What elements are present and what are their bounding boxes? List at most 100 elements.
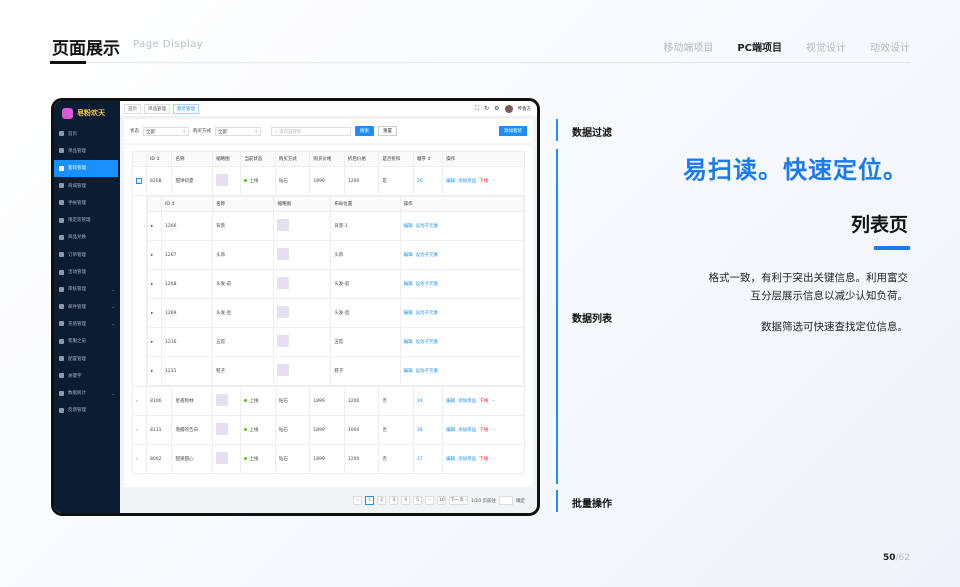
expand-toggle[interactable]: ▸	[147, 298, 162, 328]
status-select[interactable]: 全部 ⌄	[143, 126, 189, 136]
sidebar-item[interactable]: 首页	[54, 125, 120, 142]
sidebar-item[interactable]: 客服之前	[54, 333, 120, 350]
edit-link[interactable]: 编辑	[404, 282, 413, 287]
avatar[interactable]	[504, 104, 513, 113]
action-link[interactable]: ···	[491, 457, 495, 462]
expand-toggle[interactable]: ▸	[147, 269, 162, 299]
action-link[interactable]: 下线	[479, 457, 488, 462]
action-link[interactable]: 编辑	[446, 428, 455, 433]
sidebar-item[interactable]: 关键字	[54, 367, 120, 384]
expand-toggle[interactable]: ⌄	[132, 166, 147, 196]
action-link[interactable]: 编辑	[446, 457, 455, 462]
page-button[interactable]: 下一页 ›	[449, 496, 468, 505]
sidebar-item-label: 充值管理	[68, 321, 86, 327]
expand-toggle[interactable]: ›	[132, 444, 147, 474]
reset-button[interactable]: 重置	[378, 126, 397, 136]
crumb-home[interactable]: 首页	[124, 103, 141, 114]
action-link[interactable]: 添加单品	[458, 428, 476, 433]
sub-table-row[interactable]: ▸ 1267 头饰 头饰 编辑 设为子元素	[147, 240, 525, 270]
expand-toggle[interactable]: ▸	[147, 240, 162, 270]
column-header: 缩略图	[212, 151, 242, 167]
page-button[interactable]: ···	[425, 496, 435, 505]
tab-motion[interactable]: 动效设计	[870, 39, 910, 54]
sidebar-item[interactable]: 数据统计 ⌄	[54, 384, 120, 401]
sub-table-row[interactable]: ▸ 1269 头发-后 头发-后 编辑 设为子元素	[147, 298, 525, 328]
sidebar-item[interactable]: 活动管理	[54, 263, 120, 280]
action-link[interactable]: 添加单品	[458, 457, 476, 462]
page-button[interactable]: ‹	[353, 496, 363, 505]
column-header: 布局位置	[330, 196, 401, 212]
expand-toggle[interactable]: ▸	[147, 327, 162, 357]
table-row[interactable]: › 8111 落樱的告白 上线 钻石 1899 1000 否 18 编辑 添加单品 下线 ···	[132, 415, 525, 445]
refresh-icon[interactable]: ↻	[484, 105, 489, 112]
set-child-link[interactable]: 设为子元素	[416, 224, 439, 229]
sidebar-item[interactable]: 单品管理	[54, 142, 120, 159]
sidebar-item[interactable]: 配置管理	[54, 350, 120, 367]
page-jump-input[interactable]	[499, 496, 513, 505]
edit-link[interactable]: 编辑	[404, 253, 413, 258]
fullscreen-icon[interactable]: ⛶	[475, 105, 479, 113]
sidebar-item[interactable]: 邮件管理 ⌄	[54, 298, 120, 315]
action-link[interactable]: 下线	[479, 179, 488, 184]
buy-select[interactable]: 全部 ⌄	[215, 126, 261, 136]
tab-visual[interactable]: 视觉设计	[806, 39, 846, 54]
set-child-link[interactable]: 设为子元素	[416, 311, 439, 316]
settings-icon[interactable]: ⚙	[494, 105, 499, 112]
user-name[interactable]: 传香方	[518, 106, 532, 112]
crumb-suit[interactable]: 套装管理	[173, 103, 199, 114]
set-child-link[interactable]: 设为子元素	[416, 369, 439, 374]
sidebar-item[interactable]: 手帐管理	[54, 194, 120, 211]
page-button[interactable]: 4	[401, 496, 411, 505]
page-button[interactable]: 1	[365, 496, 375, 505]
expand-toggle[interactable]: ›	[132, 415, 147, 445]
sidebar-item[interactable]: 商品兑换	[54, 229, 120, 246]
page-button[interactable]: 5	[413, 496, 423, 505]
action-link[interactable]: 编辑	[446, 399, 455, 404]
page-button[interactable]: 2	[377, 496, 387, 505]
action-link[interactable]: 添加单品	[458, 179, 476, 184]
sidebar-item[interactable]: 审核管理 ⌄	[54, 281, 120, 298]
tab-mobile[interactable]: 移动端项目	[663, 39, 713, 54]
search-input[interactable]: ⌕ 请内容搜索	[271, 126, 351, 136]
expand-toggle[interactable]: ›	[132, 386, 147, 416]
sub-table-row[interactable]: ▸ 1268 头发-前 头发-前 编辑 设为子元素	[147, 269, 525, 299]
tab-pc[interactable]: PC端项目	[737, 39, 782, 54]
set-child-link[interactable]: 设为子元素	[416, 253, 439, 258]
table-row[interactable]: › 8002 甜果甜心 上线 钻石 1899 1200 否 17 编辑 添加单品 下线 ···	[132, 444, 525, 474]
action-link[interactable]: 编辑	[446, 179, 455, 184]
action-link[interactable]: ···	[491, 428, 495, 433]
page-button[interactable]: 10	[437, 496, 447, 505]
action-link[interactable]: 下线	[479, 428, 488, 433]
table-row[interactable]: › 8106 星夜和林 上线 钻石 1899 1200 否 19 编辑 添加单品 下线 ···	[132, 386, 525, 416]
action-link[interactable]: ···	[491, 399, 495, 404]
edit-link[interactable]: 编辑	[404, 311, 413, 316]
sidebar-item[interactable]: 反馈管理	[54, 402, 120, 419]
sidebar-item[interactable]: 套装管理	[54, 159, 118, 177]
edit-link[interactable]: 编辑	[404, 340, 413, 345]
thumbnail-image	[277, 364, 290, 376]
sub-table-row[interactable]: ▸ 1231 鞋子 鞋子 编辑 设为子元素	[147, 356, 525, 386]
expand-toggle[interactable]: ▸	[147, 356, 162, 386]
action-link[interactable]: 添加单品	[458, 399, 476, 404]
add-suit-button[interactable]: 添加套装	[499, 126, 527, 136]
edit-link[interactable]: 编辑	[404, 224, 413, 229]
action-link[interactable]: 下线	[479, 399, 488, 404]
edit-link[interactable]: 编辑	[404, 369, 413, 374]
expand-toggle[interactable]: ▸	[147, 211, 162, 241]
sidebar-item[interactable]: 充值管理 ⌄	[54, 315, 120, 332]
table-row[interactable]: ⌄ 8208 甜饼初夏 上线 钻石 1899 1200 是 20 编辑 添加单品 下线 ···	[132, 166, 525, 196]
set-child-link[interactable]: 设为子元素	[416, 340, 439, 345]
confirm-button[interactable]: 确定	[516, 498, 525, 504]
sidebar-item[interactable]: 订单管理	[54, 246, 120, 263]
sub-table-row[interactable]: ▸ 1230 五官 五官 编辑 设为子元素	[147, 327, 525, 357]
page-button[interactable]: 3	[389, 496, 399, 505]
buy-value: 全部	[218, 129, 227, 135]
action-link[interactable]: ···	[491, 179, 495, 184]
sub-table-row[interactable]: ▸ 1266 背景 背景-1 编辑 设为子元素	[147, 211, 525, 241]
sidebar-item[interactable]: 限定装管理	[54, 211, 120, 228]
sidebar-item[interactable]: 商城管理	[54, 177, 120, 194]
crumb-single[interactable]: 单品管理	[144, 103, 170, 114]
set-child-link[interactable]: 设为子元素	[416, 282, 439, 287]
buy-label: 购买方式	[193, 129, 211, 134]
search-button[interactable]: 搜索	[355, 126, 374, 136]
